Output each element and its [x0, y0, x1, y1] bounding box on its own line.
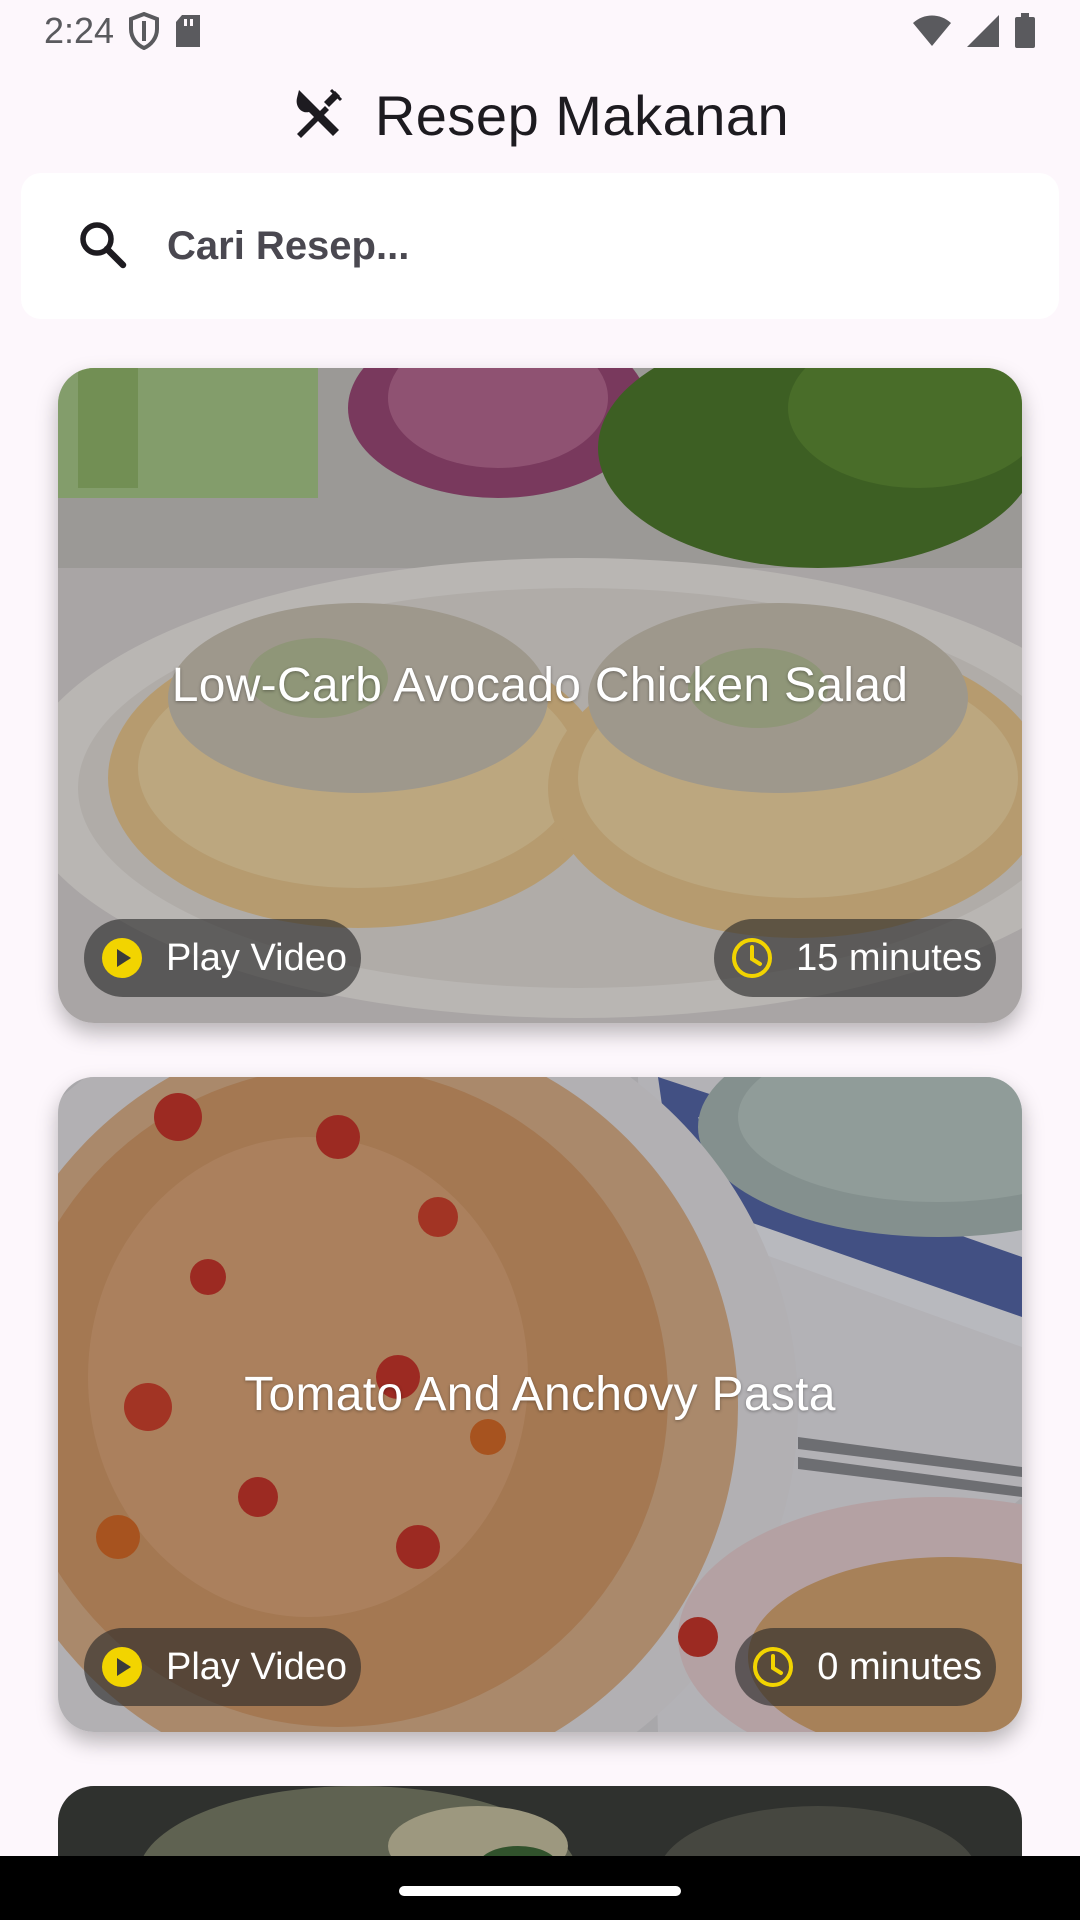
recipe-title: Tomato And Anchovy Pasta — [244, 1368, 836, 1421]
wifi-icon — [912, 15, 952, 47]
recipe-card[interactable]: Tomato And Anchovy Pasta Play Video 0 mi… — [58, 1077, 1022, 1732]
play-video-button[interactable]: Play Video — [84, 919, 361, 997]
duration-badge: 0 minutes — [735, 1628, 996, 1706]
utensils-icon — [291, 86, 345, 145]
sd-card-icon — [174, 14, 202, 48]
play-video-button[interactable]: Play Video — [84, 1628, 361, 1706]
shield-icon — [128, 12, 160, 50]
clock-icon — [751, 1645, 795, 1689]
search-input[interactable] — [167, 223, 967, 269]
navigation-bar — [0, 1856, 1080, 1920]
app-bar: Resep Makanan — [0, 62, 1080, 168]
duration-badge: 15 minutes — [714, 919, 996, 997]
status-time: 2:24 — [44, 10, 115, 51]
play-video-label: Play Video — [166, 1645, 347, 1688]
duration-label: 15 minutes — [796, 936, 982, 979]
recipe-card[interactable]: Low-Carb Avocado Chicken Salad Play Vide… — [58, 368, 1022, 1023]
search-bar[interactable] — [21, 173, 1059, 319]
recipe-title: Low-Carb Avocado Chicken Salad — [171, 659, 909, 712]
play-video-label: Play Video — [166, 936, 347, 979]
signal-icon — [966, 14, 1000, 48]
duration-label: 0 minutes — [817, 1645, 982, 1688]
search-icon — [77, 219, 127, 274]
play-circle-icon — [100, 936, 144, 980]
home-indicator[interactable] — [399, 1886, 681, 1896]
clock-icon — [730, 936, 774, 980]
app-title: Resep Makanan — [374, 83, 790, 147]
battery-icon — [1014, 13, 1036, 49]
play-circle-icon — [100, 1645, 144, 1689]
status-bar: 2:24 — [0, 0, 1080, 62]
app-screen: 2:24 Resep Makanan Cari Resep... Low-Car… — [0, 0, 1080, 1920]
